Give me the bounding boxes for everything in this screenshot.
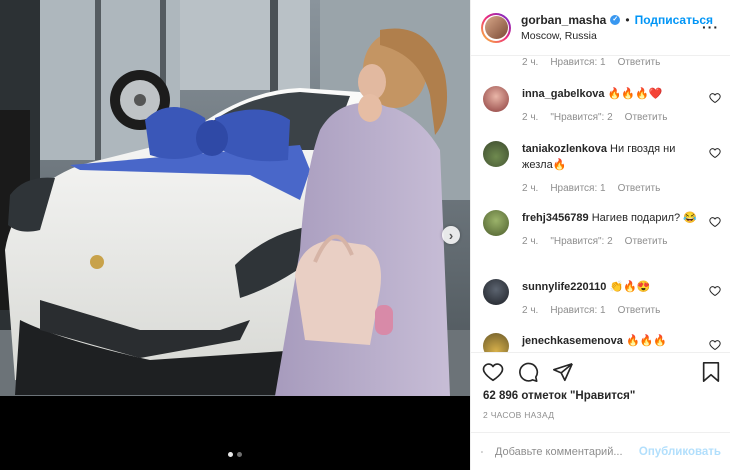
photo-illustration — [0, 0, 470, 396]
likes-count[interactable]: 62 896 отметок "Нравится" — [483, 390, 635, 402]
commenter-avatar[interactable] — [483, 86, 509, 112]
commenter-avatar[interactable] — [483, 141, 509, 167]
comment-item: frehj3456789 Нагиев подарил? 😂 2 ч. "Нра… — [483, 210, 721, 250]
commenter-avatar[interactable] — [483, 279, 509, 305]
chevron-right-icon: › — [448, 227, 454, 243]
post-actions: 62 896 отметок "Нравится" 2 ЧАСОВ НАЗАД — [471, 352, 730, 433]
comment-item: jenechkasemenova 🔥🔥🔥 — [483, 333, 721, 352]
like-comment-heart-icon[interactable] — [709, 339, 721, 351]
more-options-button[interactable]: ··· — [702, 19, 719, 35]
comment-text: 🔥🔥🔥❤️ — [607, 88, 663, 100]
comment-likes[interactable]: "Нравится": 2 — [550, 234, 612, 250]
like-comment-heart-icon[interactable] — [709, 92, 721, 104]
comment-username[interactable]: jenechkasemenova — [522, 335, 623, 347]
comment-meta: 2 ч. "Нравится": 2 Ответить — [522, 110, 697, 126]
comment-icon[interactable] — [517, 361, 539, 383]
author-avatar[interactable] — [481, 12, 511, 43]
like-comment-heart-icon[interactable] — [709, 216, 721, 228]
comment-username[interactable]: inna_gabelkova — [522, 88, 605, 100]
comment-reply-button[interactable]: Ответить — [618, 57, 661, 68]
comment-meta: 2 ч. Нравится: 1 Ответить — [522, 57, 660, 68]
save-button[interactable] — [701, 361, 721, 383]
comment-time: 2 ч. — [522, 236, 539, 247]
comment-reply-button[interactable]: Ответить — [625, 110, 668, 126]
comment-item: sunnylife220110 👏🔥😍 2 ч. Нравится: 1 Отв… — [483, 279, 721, 319]
comment-username[interactable]: taniakozlenkova — [522, 143, 607, 155]
bookmark-icon — [702, 362, 720, 382]
post-location[interactable]: Moscow, Russia — [521, 28, 713, 44]
comments-list[interactable]: 2 ч. Нравится: 1 Ответить inna_gabelkova… — [471, 57, 730, 352]
comment-meta: 2 ч. Нравится: 1 Ответить — [522, 303, 697, 319]
carousel-dot-1 — [228, 452, 233, 457]
comment-time: 2 ч. — [522, 57, 539, 68]
add-comment-input[interactable] — [492, 444, 639, 459]
heart-icon[interactable] — [482, 361, 504, 383]
like-comment-heart-icon[interactable] — [709, 147, 721, 159]
comment-username[interactable]: sunnylife220110 — [522, 281, 606, 293]
comment-item: inna_gabelkova 🔥🔥🔥❤️ 2 ч. "Нравится": 2 … — [483, 86, 721, 126]
commenter-avatar[interactable] — [483, 333, 509, 352]
verified-badge-icon: ✓ — [610, 14, 621, 25]
comment-likes[interactable]: Нравится: 1 — [550, 181, 605, 197]
comment-reply-button[interactable]: Ответить — [625, 234, 668, 250]
post-media: › — [0, 0, 470, 470]
comment-meta: 2 ч. "Нравится": 2 Ответить — [522, 234, 697, 250]
comment-reply-button[interactable]: Ответить — [618, 181, 661, 197]
comment-time: 2 ч. — [522, 112, 539, 123]
post-photo[interactable] — [0, 0, 470, 396]
like-comment-heart-icon[interactable] — [709, 285, 721, 297]
add-comment-bar: Опубликовать — [471, 432, 730, 470]
carousel-dot-2 — [237, 452, 242, 457]
author-username[interactable]: gorban_masha — [521, 12, 606, 28]
comment-likes[interactable]: Нравится: 1 — [550, 303, 605, 319]
post-sidebar: gorban_masha ✓ • Подписаться Moscow, Rus… — [470, 0, 730, 470]
comment-meta: 2 ч. Нравится: 1 Ответить — [522, 181, 697, 197]
post-timestamp[interactable]: 2 ЧАСОВ НАЗАД — [483, 410, 554, 420]
comment-time: 2 ч. — [522, 305, 539, 316]
comment-likes[interactable]: Нравится: 1 — [550, 57, 605, 68]
comment-item: taniakozlenkova Ни гвоздя ни жезла🔥 2 ч.… — [483, 141, 721, 197]
comment-text: 👏🔥😍 — [609, 281, 651, 293]
post-header: gorban_masha ✓ • Подписаться Moscow, Rus… — [471, 0, 730, 56]
smiley-icon[interactable] — [481, 441, 483, 463]
comment-text: Нагиев подарил? 😂 — [591, 212, 697, 224]
commenter-avatar[interactable] — [483, 210, 509, 236]
comment-reply-button[interactable]: Ответить — [618, 303, 661, 319]
paper-plane-icon[interactable] — [552, 361, 574, 383]
header-separator: • — [625, 12, 630, 27]
comment-text: 🔥🔥🔥 — [625, 335, 668, 347]
comment-time: 2 ч. — [522, 183, 539, 194]
comment-likes[interactable]: "Нравится": 2 — [550, 110, 612, 126]
carousel-indicator — [0, 452, 470, 457]
next-photo-button[interactable]: › — [442, 226, 460, 244]
comment-username[interactable]: frehj3456789 — [522, 212, 589, 224]
publish-comment-button[interactable]: Опубликовать — [639, 446, 721, 458]
